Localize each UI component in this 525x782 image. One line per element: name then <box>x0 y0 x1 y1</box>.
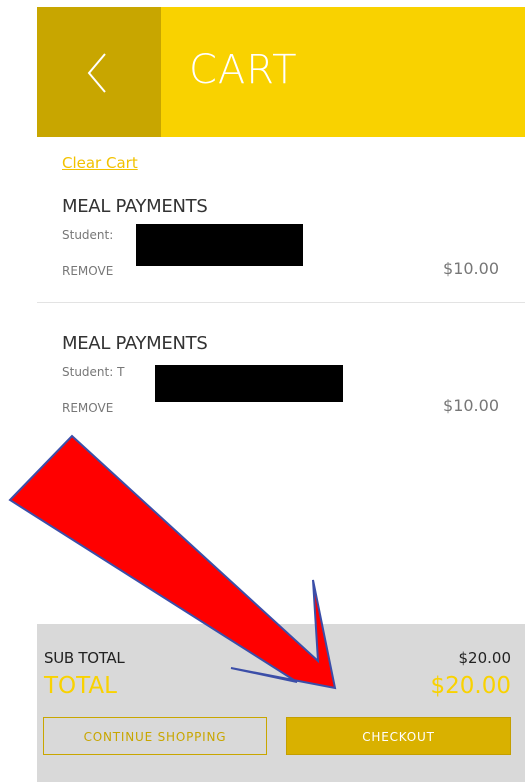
item-title: MEAL PAYMENTS <box>62 196 208 217</box>
total-label: TOTAL <box>44 673 117 699</box>
chevron-left-icon <box>87 53 106 93</box>
cart-item: MEAL PAYMENTS Student: T REMOVE $10.00 <box>62 333 499 433</box>
continue-shopping-button[interactable]: CONTINUE SHOPPING <box>43 717 267 755</box>
remove-button[interactable]: REMOVE <box>62 264 113 278</box>
cart-header: CART <box>37 7 525 137</box>
item-divider <box>37 302 525 303</box>
total-value: $20.00 <box>430 673 511 699</box>
subtotal-value: $20.00 <box>458 649 512 667</box>
subtotal-label: SUB TOTAL <box>44 649 125 667</box>
cart-item: MEAL PAYMENTS Student: REMOVE $10.00 <box>62 196 499 296</box>
remove-button[interactable]: REMOVE <box>62 401 113 415</box>
checkout-button[interactable]: CHECKOUT <box>286 717 511 755</box>
item-student: Student: T <box>62 365 125 379</box>
redacted-student-name <box>136 224 303 266</box>
item-title: MEAL PAYMENTS <box>62 333 208 354</box>
cart-summary-footer: SUB TOTAL $20.00 TOTAL $20.00 CONTINUE S… <box>37 624 525 782</box>
redacted-student-name <box>155 365 343 402</box>
item-price: $10.00 <box>443 259 499 278</box>
page-title: CART <box>189 47 298 93</box>
cart-screen: CART Clear Cart MEAL PAYMENTS Student: R… <box>0 0 525 782</box>
item-student: Student: <box>62 228 114 242</box>
back-button[interactable] <box>37 7 161 137</box>
clear-cart-link[interactable]: Clear Cart <box>62 154 138 172</box>
item-price: $10.00 <box>443 396 499 415</box>
